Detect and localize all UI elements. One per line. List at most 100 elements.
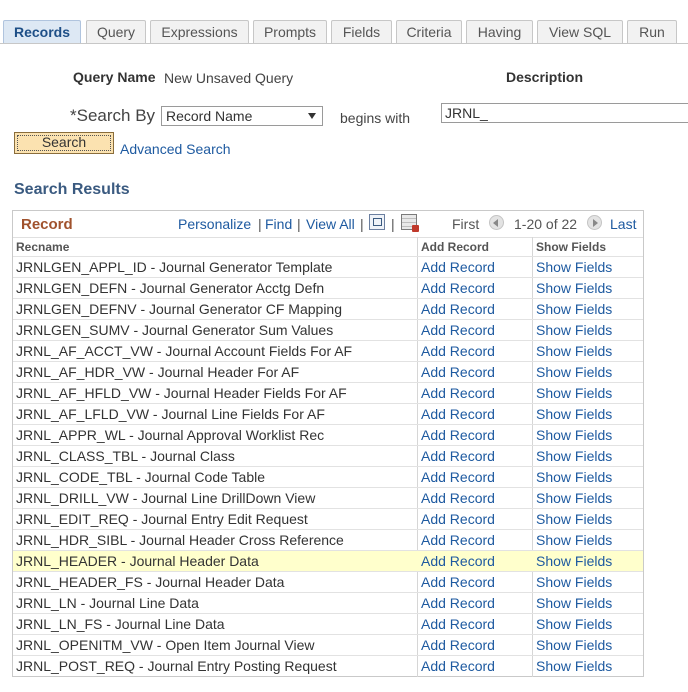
- personalize-link[interactable]: Personalize: [178, 216, 251, 232]
- recname-cell: JRNL_APPR_WL - Journal Approval Worklist…: [16, 427, 325, 443]
- separator: |: [297, 216, 301, 232]
- show-fields-link[interactable]: Show Fields: [536, 552, 612, 570]
- last-link[interactable]: Last: [610, 216, 636, 232]
- show-fields-link[interactable]: Show Fields: [536, 363, 612, 381]
- advanced-search-link[interactable]: Advanced Search: [120, 141, 231, 157]
- table-row: JRNL_LN_FS - Journal Line Data Add Record…: [13, 613, 643, 634]
- show-fields-link[interactable]: Show Fields: [536, 447, 612, 465]
- find-link[interactable]: Find: [265, 216, 292, 232]
- show-fields-link[interactable]: Show Fields: [536, 657, 612, 675]
- column-header-recname[interactable]: Recname: [16, 240, 69, 254]
- prev-arrow-icon[interactable]: [489, 215, 504, 230]
- table-row: JRNL_CODE_TBL - Journal Code Table Add Re…: [13, 466, 643, 487]
- show-fields-link[interactable]: Show Fields: [536, 468, 612, 486]
- recname-cell: JRNL_HEADER_FS - Journal Header Data: [16, 574, 285, 590]
- grid-header: Record Personalize | Find | View All | |…: [13, 211, 643, 237]
- search-by-value: Record Name: [166, 108, 253, 124]
- search-results-title: Search Results: [14, 181, 130, 198]
- show-fields-link[interactable]: Show Fields: [536, 384, 612, 402]
- tab-fields[interactable]: Fields: [331, 20, 392, 43]
- add-record-link[interactable]: Add Record: [421, 594, 495, 612]
- show-fields-link[interactable]: Show Fields: [536, 405, 612, 423]
- recname-cell: JRNL_OPENITM_VW - Open Item Journal View: [16, 637, 315, 653]
- dropdown-caret-icon: [308, 113, 316, 119]
- tab-divider: [0, 43, 688, 44]
- operator-label: begins with: [340, 110, 411, 126]
- tab-view-sql[interactable]: View SQL: [537, 20, 623, 43]
- show-fields-link[interactable]: Show Fields: [536, 615, 612, 633]
- add-record-link[interactable]: Add Record: [421, 426, 495, 444]
- results-rows: JRNLGEN_APPL_ID - Journal Generator Temp…: [13, 256, 643, 676]
- show-fields-link[interactable]: Show Fields: [536, 321, 612, 339]
- add-record-link[interactable]: Add Record: [421, 489, 495, 507]
- recname-cell: JRNL_POST_REQ - Journal Entry Posting Re…: [16, 658, 337, 674]
- table-row: JRNLGEN_DEFN - Journal Generator Acctg D…: [13, 277, 643, 298]
- recname-cell: JRNL_AF_LFLD_VW - Journal Line Fields Fo…: [16, 406, 325, 422]
- add-record-link[interactable]: Add Record: [421, 363, 495, 381]
- separator: |: [391, 216, 395, 232]
- query-name-label: Query Name: [73, 69, 156, 85]
- add-record-link[interactable]: Add Record: [421, 657, 495, 675]
- view-all-link[interactable]: View All: [306, 216, 355, 232]
- tab-run[interactable]: Run: [627, 20, 677, 43]
- recname-cell: JRNL_LN - Journal Line Data: [16, 595, 199, 611]
- tab-query[interactable]: Query: [86, 20, 146, 43]
- table-row: JRNL_AF_HFLD_VW - Journal Header Fields …: [13, 382, 643, 403]
- download-icon[interactable]: [401, 214, 419, 232]
- recname-cell: JRNL_HDR_SIBL - Journal Header Cross Ref…: [16, 532, 344, 548]
- table-row: JRNL_DRILL_VW - Journal Line DrillDown V…: [13, 487, 643, 508]
- table-row: JRNLGEN_SUMV - Journal Generator Sum Val…: [13, 319, 643, 340]
- search-value-input[interactable]: [441, 103, 688, 123]
- add-record-link[interactable]: Add Record: [421, 447, 495, 465]
- zoom-icon[interactable]: [369, 214, 385, 230]
- tab-records[interactable]: Records: [3, 20, 81, 43]
- tab-expressions[interactable]: Expressions: [150, 20, 249, 43]
- add-record-link[interactable]: Add Record: [421, 300, 495, 318]
- add-record-link[interactable]: Add Record: [421, 468, 495, 486]
- add-record-link[interactable]: Add Record: [421, 552, 495, 570]
- recname-cell: JRNL_AF_ACCT_VW - Journal Account Fields…: [16, 343, 353, 359]
- show-fields-link[interactable]: Show Fields: [536, 300, 612, 318]
- show-fields-link[interactable]: Show Fields: [536, 279, 612, 297]
- show-fields-link[interactable]: Show Fields: [536, 510, 612, 528]
- show-fields-link[interactable]: Show Fields: [536, 636, 612, 654]
- table-row: JRNL_HEADER_FS - Journal Header Data Add …: [13, 571, 643, 592]
- add-record-link[interactable]: Add Record: [421, 510, 495, 528]
- recname-cell: JRNL_EDIT_REQ - Journal Entry Edit Reque…: [16, 511, 308, 527]
- add-record-link[interactable]: Add Record: [421, 321, 495, 339]
- recname-cell: JRNL_CODE_TBL - Journal Code Table: [16, 469, 266, 485]
- show-fields-link[interactable]: Show Fields: [536, 531, 612, 549]
- show-fields-link[interactable]: Show Fields: [536, 489, 612, 507]
- show-fields-link[interactable]: Show Fields: [536, 573, 612, 591]
- add-record-link[interactable]: Add Record: [421, 384, 495, 402]
- show-fields-link[interactable]: Show Fields: [536, 258, 612, 276]
- add-record-link[interactable]: Add Record: [421, 531, 495, 549]
- tab-criteria[interactable]: Criteria: [396, 20, 462, 43]
- recname-cell: JRNL_CLASS_TBL - Journal Class: [16, 448, 235, 464]
- column-header-show-fields[interactable]: Show Fields: [536, 240, 606, 254]
- add-record-link[interactable]: Add Record: [421, 279, 495, 297]
- show-fields-link[interactable]: Show Fields: [536, 342, 612, 360]
- search-button[interactable]: Search: [14, 132, 114, 154]
- next-arrow-icon[interactable]: [587, 215, 602, 230]
- add-record-link[interactable]: Add Record: [421, 636, 495, 654]
- add-record-link[interactable]: Add Record: [421, 258, 495, 276]
- add-record-link[interactable]: Add Record: [421, 573, 495, 591]
- show-fields-link[interactable]: Show Fields: [536, 426, 612, 444]
- tab-prompts[interactable]: Prompts: [253, 20, 327, 43]
- results-grid: Record Personalize | Find | View All | |…: [12, 210, 644, 677]
- recname-cell: JRNLGEN_SUMV - Journal Generator Sum Val…: [16, 322, 334, 338]
- search-by-select[interactable]: Record Name: [161, 106, 323, 126]
- add-record-link[interactable]: Add Record: [421, 615, 495, 633]
- table-row: JRNL_HDR_SIBL - Journal Header Cross Ref…: [13, 529, 643, 550]
- tab-having[interactable]: Having: [466, 20, 533, 43]
- recname-cell: JRNLGEN_APPL_ID - Journal Generator Temp…: [16, 259, 333, 275]
- show-fields-link[interactable]: Show Fields: [536, 594, 612, 612]
- recname-cell: JRNLGEN_DEFN - Journal Generator Acctg D…: [16, 280, 325, 296]
- recname-cell: JRNL_LN_FS - Journal Line Data: [16, 616, 225, 632]
- page-range: 1-20 of 22: [514, 216, 578, 232]
- add-record-link[interactable]: Add Record: [421, 405, 495, 423]
- add-record-link[interactable]: Add Record: [421, 342, 495, 360]
- table-row: JRNLGEN_DEFNV - Journal Generator CF Map…: [13, 298, 643, 319]
- column-header-add-record[interactable]: Add Record: [421, 240, 489, 254]
